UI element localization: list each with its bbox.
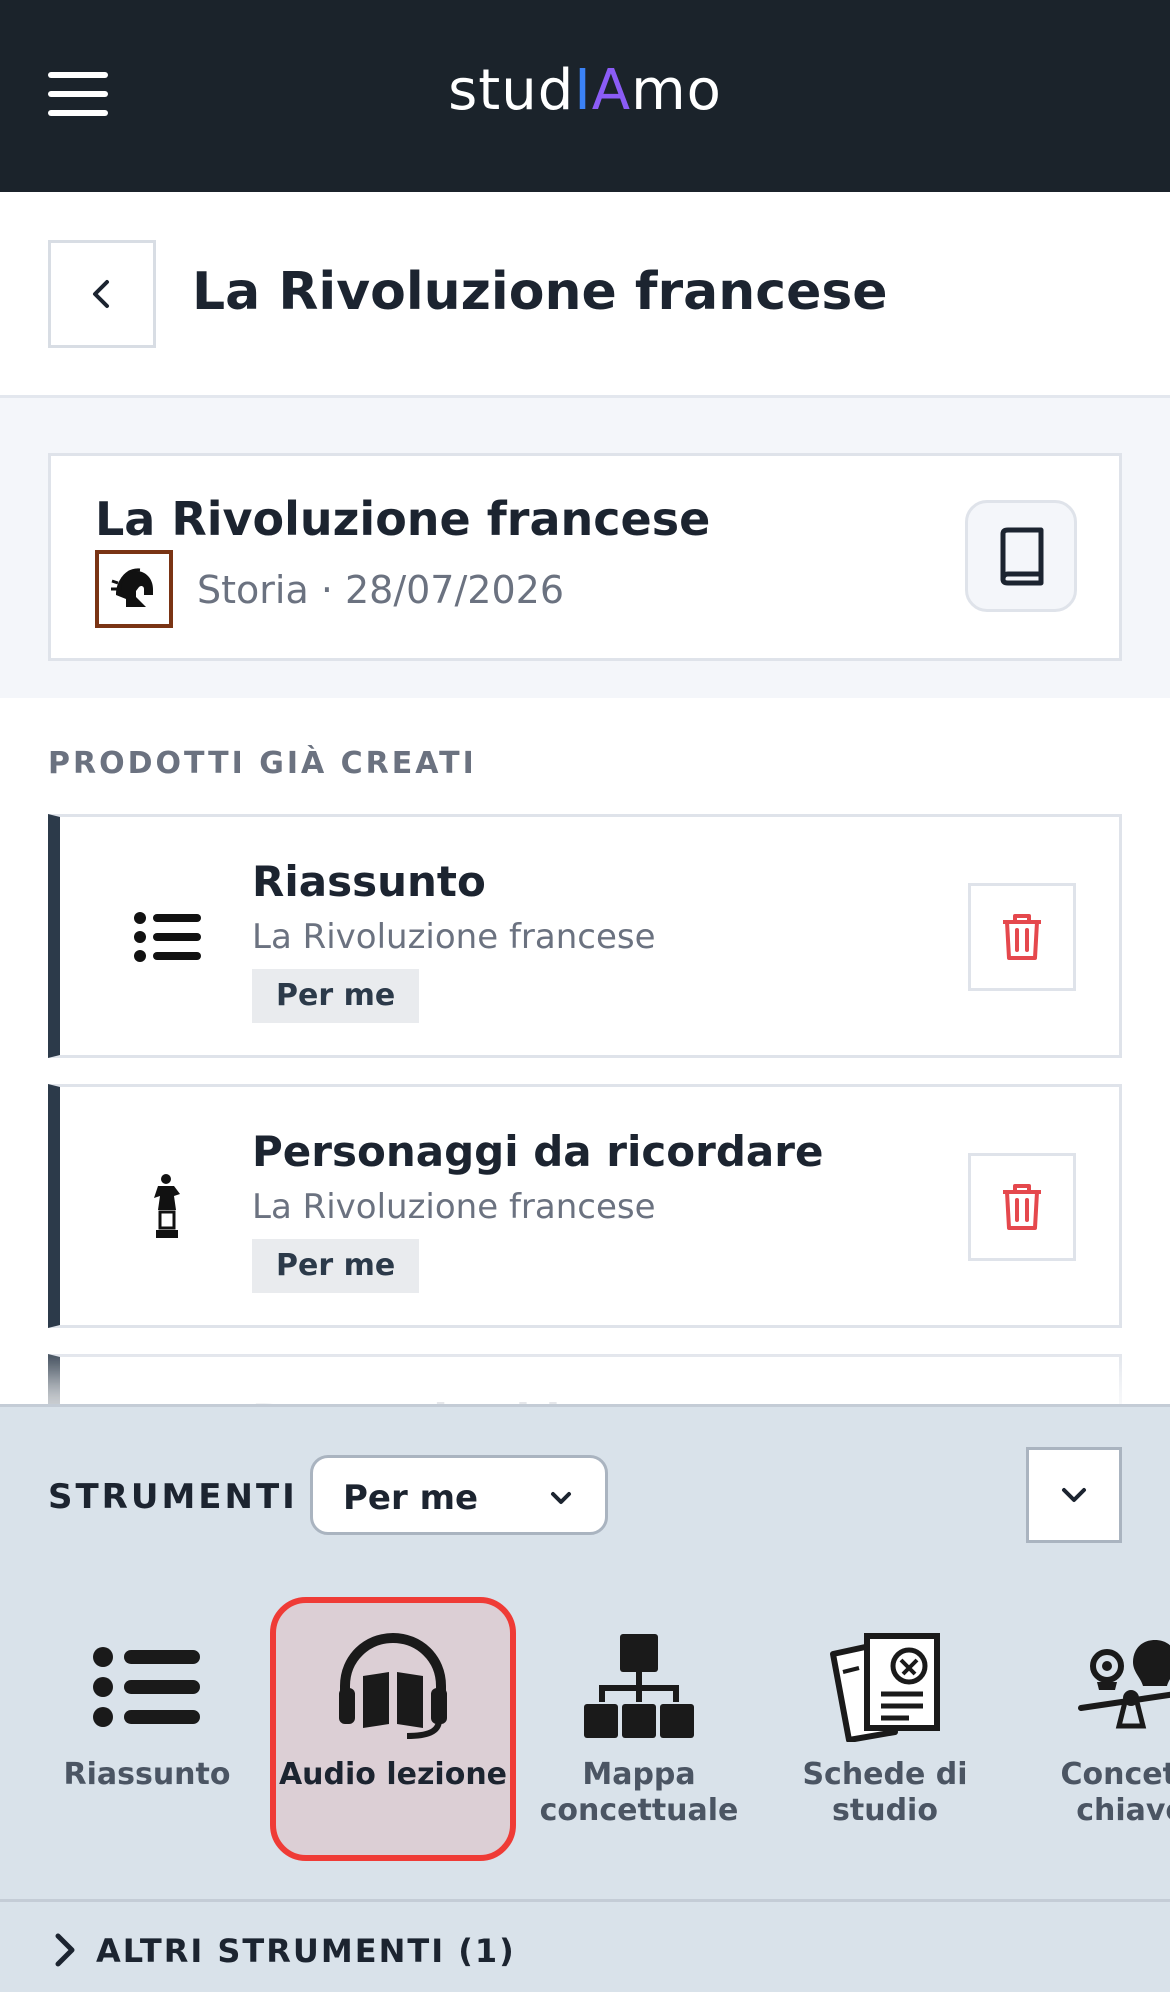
tool-label: Schede di studio [802, 1757, 968, 1828]
chevron-down-icon [1062, 1488, 1086, 1502]
delete-button[interactable] [968, 883, 1076, 991]
chevron-down-icon [551, 1492, 571, 1504]
tool-label: Audio lezione [278, 1757, 508, 1792]
open-book-button[interactable] [965, 500, 1077, 612]
document-info-section: La Rivoluzione francese Storia · 28/07/2… [0, 398, 1170, 698]
products-section-label: PRODOTTI GIÀ CREATI [48, 746, 477, 781]
audience-badge: Per me [252, 969, 420, 1023]
spartan-helmet-icon [95, 550, 173, 628]
more-tools-label: ALTRI STRUMENTI (1) [96, 1932, 516, 1970]
statue-icon [116, 1155, 220, 1259]
hierarchy-icon [516, 1627, 762, 1747]
product-card[interactable]: Personaggi da ricordare La Rivoluzione f… [48, 1084, 1122, 1328]
headphones-icon [270, 1627, 516, 1747]
tool-label: Mappa concettuale [539, 1757, 739, 1828]
product-name: Riassunto [252, 857, 486, 906]
product-card[interactable]: Riassunto La Rivoluzione francese Per me [48, 814, 1122, 1058]
tool-label: Concetti chiave [1060, 1757, 1170, 1828]
tool-concetti-chiave[interactable]: Concetti chiave [1008, 1597, 1170, 1861]
tool-audio-lezione[interactable]: Audio lezione [270, 1597, 516, 1861]
key-concepts-icon [1008, 1627, 1170, 1747]
tool-label: Riassunto [63, 1757, 231, 1792]
book-icon [1000, 527, 1044, 586]
tool-riassunto[interactable]: Riassunto [24, 1597, 270, 1861]
list-icon [116, 885, 220, 989]
product-subtitle: La Rivoluzione francese [252, 1187, 656, 1227]
document-card: La Rivoluzione francese Storia · 28/07/2… [48, 453, 1122, 661]
trash-icon [1003, 914, 1041, 960]
audience-badge: Per me [252, 1239, 420, 1293]
chevron-right-icon [55, 1933, 75, 1967]
flashcards-icon [762, 1627, 1008, 1747]
tool-mappa-concettuale[interactable]: Mappa concettuale [516, 1597, 762, 1861]
list-icon [24, 1627, 270, 1747]
document-meta: Storia · 28/07/2026 [197, 568, 564, 612]
chevron-left-icon [93, 280, 109, 308]
audience-select[interactable]: Per me [310, 1455, 608, 1535]
app-logo[interactable]: studIAmo [0, 58, 1170, 123]
more-tools-toggle[interactable]: ALTRI STRUMENTI (1) [0, 1899, 1170, 1992]
audience-select-value: Per me [343, 1478, 479, 1518]
back-button[interactable] [48, 240, 156, 348]
page-titlebar: La Rivoluzione francese [0, 192, 1170, 398]
tools-panel: STRUMENTI Per me Riassunto Audio lezione… [0, 1404, 1170, 1992]
trash-icon [1003, 1184, 1041, 1230]
page-title: La Rivoluzione francese [192, 262, 888, 322]
delete-button[interactable] [968, 1153, 1076, 1261]
collapse-tools-button[interactable] [1026, 1447, 1122, 1543]
app-header: studIAmo [0, 0, 1170, 192]
tools-label: STRUMENTI [48, 1477, 298, 1517]
product-subtitle: La Rivoluzione francese [252, 917, 656, 957]
tool-schede-di-studio[interactable]: Schede di studio [762, 1597, 1008, 1861]
product-name: Personaggi da ricordare [252, 1127, 824, 1176]
document-title: La Rivoluzione francese [95, 492, 711, 546]
